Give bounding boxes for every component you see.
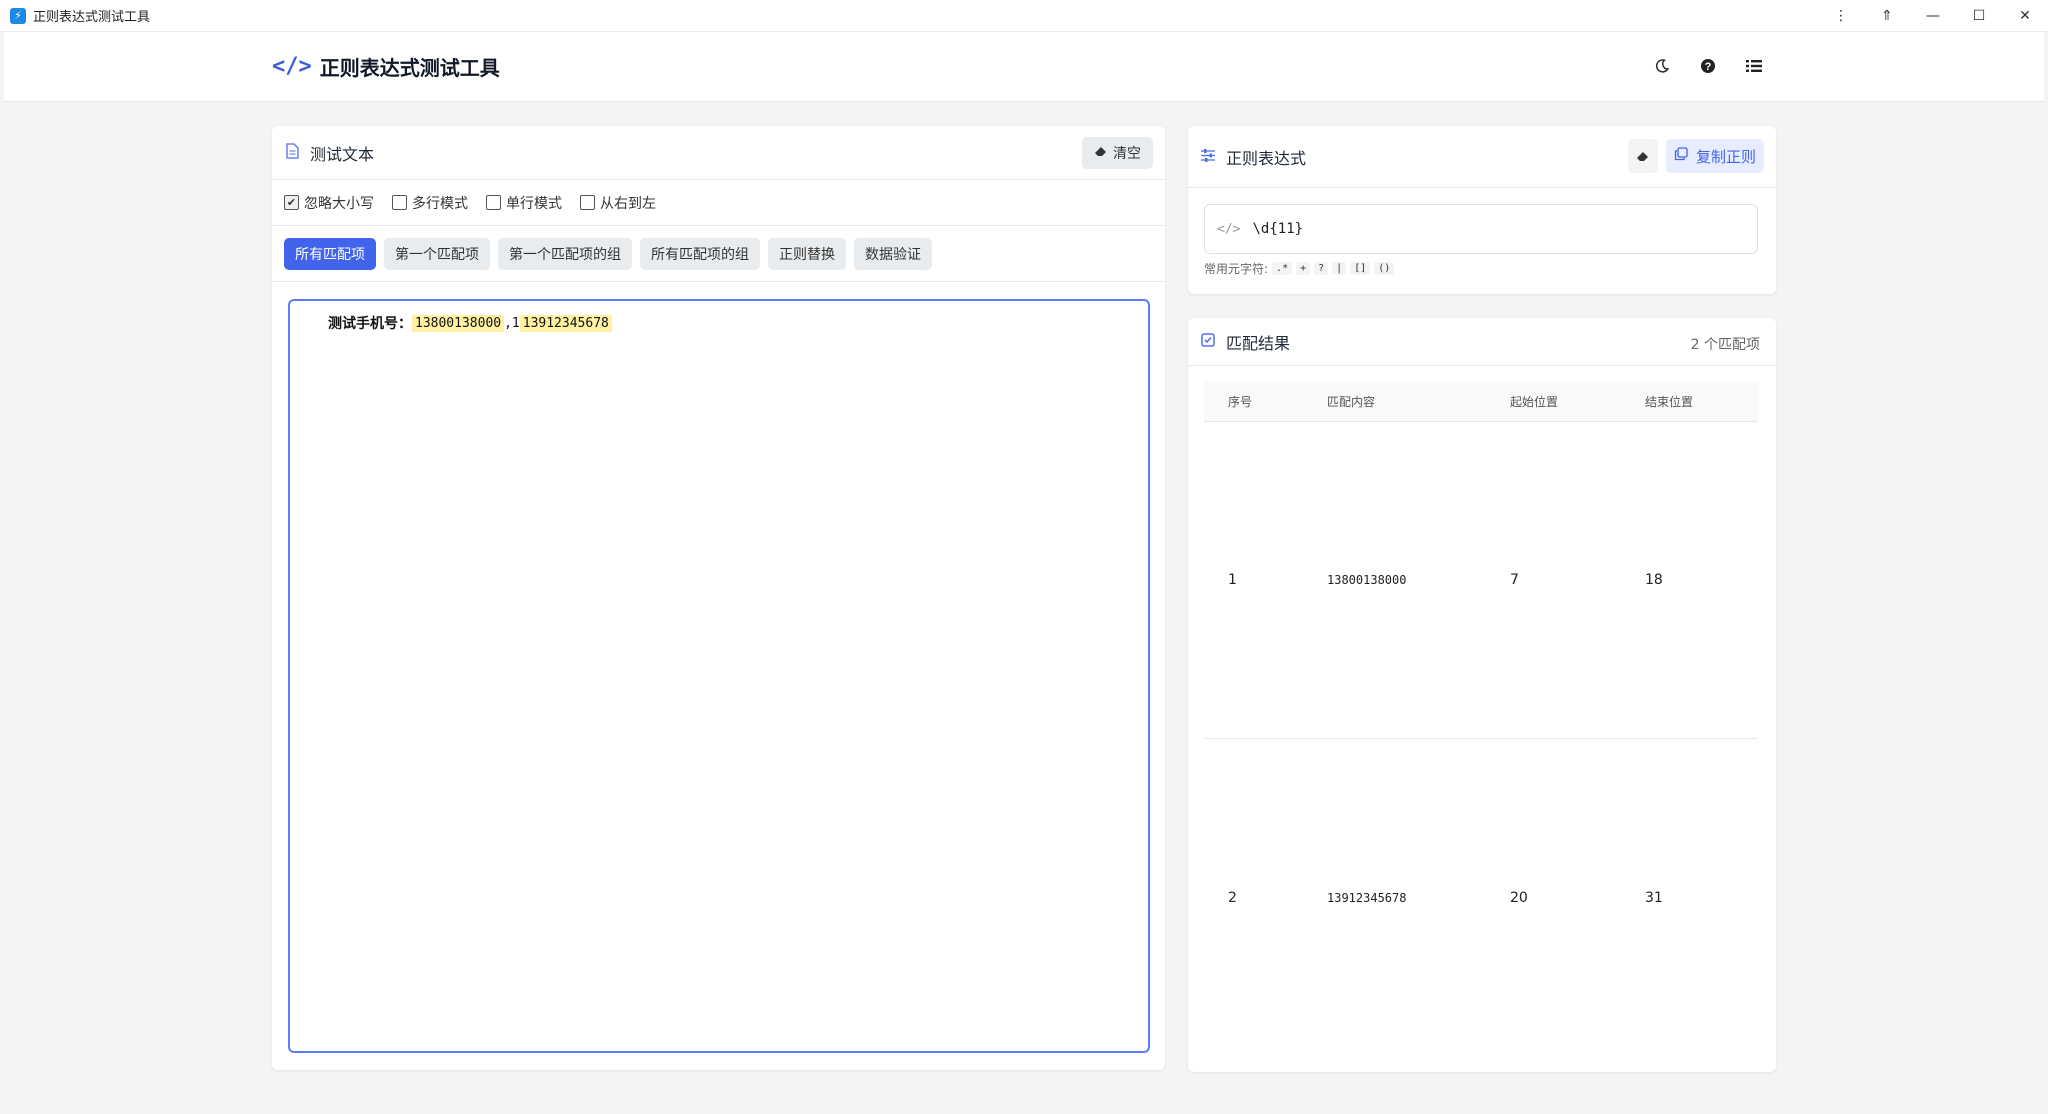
- clear-label: 清空: [1113, 146, 1141, 162]
- meta-char-chip[interactable]: +: [1296, 262, 1311, 275]
- row-content: 13800138000: [1327, 573, 1407, 587]
- regex-input[interactable]: </> \d{11}: [1204, 204, 1758, 254]
- row-end: 18: [1645, 572, 1663, 588]
- row-content: 13912345678: [1327, 890, 1407, 905]
- regex-actions: 复制正则: [1627, 139, 1764, 173]
- column-header: 匹配内容: [1327, 395, 1376, 409]
- option-singleline[interactable]: 单行模式: [486, 193, 562, 213]
- regex-card: 正则表达式 复制正则 </> \d{11} 常用元字符: .* + ? | []…: [1188, 126, 1776, 294]
- meta-char-chip[interactable]: (): [1374, 262, 1395, 275]
- meta-char-chip[interactable]: []: [1350, 262, 1371, 275]
- sliders-icon: [1200, 147, 1216, 166]
- test-text-title: 测试文本: [310, 144, 375, 164]
- option-label: 多行模式: [412, 195, 468, 212]
- list-icon[interactable]: [1744, 54, 1764, 78]
- text-prefix: 测试手机号：: [328, 316, 412, 332]
- window-controls: ⋮ ⇑ — ☐ ✕: [1818, 0, 2048, 32]
- checkbox-icon[interactable]: [486, 195, 501, 210]
- option-label: 忽略大小写: [304, 195, 374, 212]
- moon-icon[interactable]: [1652, 54, 1672, 78]
- checkbox-icon[interactable]: [580, 195, 595, 210]
- help-icon[interactable]: ?: [1698, 54, 1718, 78]
- more-options-icon[interactable]: ⋮: [1818, 0, 1864, 32]
- mode-tabs: 所有匹配项 第一个匹配项 第一个匹配项的组 所有匹配项的组 正则替换 数据验证: [272, 226, 1165, 282]
- option-right-to-left[interactable]: 从右到左: [580, 193, 656, 213]
- option-label: 从右到左: [600, 195, 656, 212]
- minimize-button[interactable]: —: [1910, 0, 1956, 32]
- eraser-icon: [1094, 145, 1107, 161]
- option-label: 单行模式: [506, 195, 562, 212]
- row-end: 31: [1645, 889, 1663, 906]
- pin-icon[interactable]: ⇑: [1864, 0, 1910, 32]
- checkbox-checked-icon[interactable]: ✔: [284, 195, 299, 210]
- table-row[interactable]: 2 13912345678 20 31: [1204, 739, 1758, 1056]
- match-count: 2 个匹配项: [1690, 337, 1760, 353]
- tab-first-match[interactable]: 第一个匹配项: [384, 237, 490, 270]
- code-icon: </>: [1217, 221, 1241, 237]
- window-titlebar: ⚡ 正则表达式测试工具 ⋮ ⇑ — ☐ ✕: [0, 0, 2048, 32]
- tab-first-match-groups[interactable]: 第一个匹配项的组: [498, 237, 632, 270]
- regex-options: ✔ 忽略大小写 多行模式 单行模式 从右到左: [272, 180, 1165, 226]
- test-text-editor[interactable]: 测试手机号： 13800138000 ,1 13912345678: [288, 299, 1150, 1053]
- app-header: </> 正则表达式测试工具 ?: [4, 32, 2044, 102]
- meta-char-chip[interactable]: |: [1332, 262, 1347, 275]
- column-header: 序号: [1228, 395, 1253, 409]
- option-ignore-case[interactable]: ✔ 忽略大小写: [284, 193, 374, 213]
- match-highlight: 13800138000: [412, 314, 505, 332]
- tab-all-match-groups[interactable]: 所有匹配项的组: [640, 237, 760, 270]
- column-header: 结束位置: [1645, 395, 1694, 409]
- row-index: 2: [1228, 889, 1237, 906]
- text-separator: ,1: [504, 315, 520, 331]
- meta-label: 常用元字符:: [1204, 262, 1269, 276]
- results-table: 序号 匹配内容 起始位置 结束位置 1 13800138000 7 18 2 1…: [1204, 382, 1758, 1056]
- text-line: 测试手机号： 13800138000 ,1 13912345678: [328, 313, 1110, 333]
- brand: </> 正则表达式测试工具: [272, 52, 500, 81]
- meta-char-chip[interactable]: .*: [1272, 262, 1293, 275]
- document-icon: [284, 142, 300, 163]
- eraser-icon[interactable]: [1627, 139, 1658, 173]
- row-index: 1: [1228, 572, 1237, 588]
- tab-regex-replace[interactable]: 正则替换: [768, 237, 846, 270]
- test-text-card: 测试文本 清空 ✔ 忽略大小写 多行模式 单行模式 从右到左 所有匹配项 第一个…: [272, 126, 1165, 1070]
- results-title: 匹配结果: [1226, 333, 1291, 353]
- table-header: 序号 匹配内容 起始位置 结束位置: [1204, 382, 1758, 422]
- match-highlight: 13912345678: [519, 314, 612, 332]
- page-title: 正则表达式测试工具: [319, 56, 500, 80]
- window-title: 正则表达式测试工具: [33, 10, 151, 25]
- checkbox-icon[interactable]: [392, 195, 407, 210]
- copy-regex-label: 复制正则: [1695, 147, 1756, 166]
- app-icon: ⚡: [10, 7, 26, 24]
- row-start: 20: [1510, 889, 1528, 906]
- copy-regex-button[interactable]: 复制正则: [1665, 139, 1764, 173]
- tab-all-matches[interactable]: 所有匹配项: [284, 237, 376, 270]
- tab-data-validation[interactable]: 数据验证: [854, 237, 932, 270]
- code-icon: </>: [272, 54, 312, 79]
- row-start: 7: [1510, 572, 1519, 588]
- table-row[interactable]: 1 13800138000 7 18: [1204, 422, 1758, 739]
- test-text-header: 测试文本 清空: [272, 126, 1165, 180]
- column-header: 起始位置: [1510, 395, 1559, 409]
- check-square-icon: [1200, 332, 1216, 351]
- svg-text:?: ?: [1705, 61, 1712, 73]
- results-header: 匹配结果 2 个匹配项: [1188, 318, 1776, 366]
- maximize-button[interactable]: ☐: [1956, 0, 2002, 32]
- copy-icon: [1674, 147, 1688, 165]
- meta-characters: 常用元字符: .* + ? | [] (): [1204, 260, 1395, 277]
- header-actions: ?: [1652, 54, 1764, 78]
- meta-char-chip[interactable]: ?: [1314, 262, 1329, 275]
- regex-value: \d{11}: [1252, 221, 1304, 237]
- regex-header: 正则表达式 复制正则: [1188, 126, 1776, 188]
- clear-button[interactable]: 清空: [1082, 137, 1153, 169]
- close-button[interactable]: ✕: [2002, 0, 2048, 32]
- results-card: 匹配结果 2 个匹配项 序号 匹配内容 起始位置 结束位置 1 13800138…: [1188, 318, 1776, 1072]
- regex-title: 正则表达式: [1226, 148, 1307, 168]
- option-multiline[interactable]: 多行模式: [392, 193, 468, 213]
